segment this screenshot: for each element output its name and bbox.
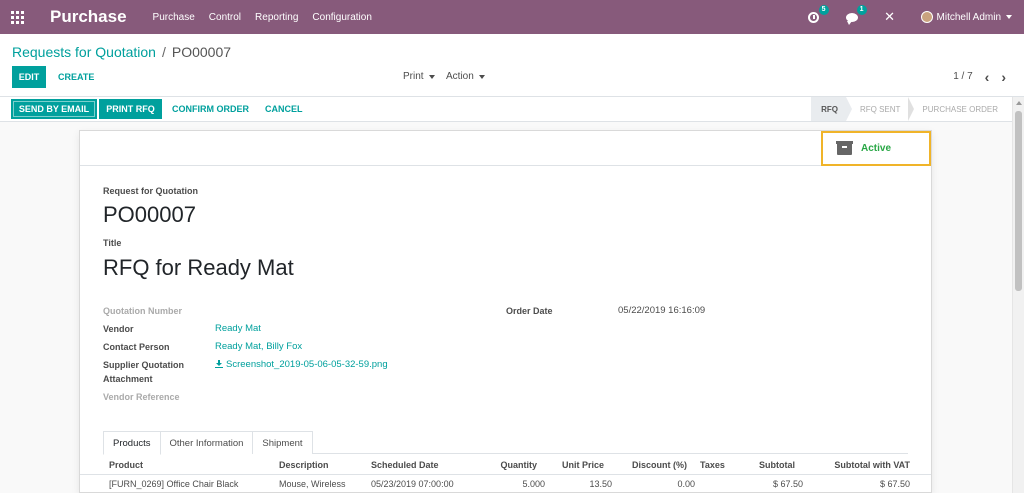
breadcrumb-current: PO00007 [171,44,232,60]
confirm-order-button[interactable]: CONFIRM ORDER [172,104,249,114]
attachment-label-line1: Supplier Quotation [103,360,184,370]
menu-purchase[interactable]: Purchase [153,12,195,23]
vendor-label: Vendor [103,324,134,334]
print-label: Print [403,71,424,82]
cell-scheduled-date: 05/23/2019 07:00:00 [371,479,454,489]
menu-reporting[interactable]: Reporting [255,12,298,23]
apps-menu-icon[interactable] [11,10,24,24]
attachment-label-line2: Attachment [103,374,153,384]
form-sheet: Active Request for Quotation PO00007 Tit… [79,130,932,493]
rfq-title: RFQ for Ready Mat [103,255,294,280]
statusbar: SEND BY EMAIL PRINT RFQ CONFIRM ORDER CA… [0,97,1012,122]
stage-purchase-order[interactable]: PURCHASE ORDER [908,97,1006,121]
chevron-down-icon [1006,15,1012,19]
messaging-button[interactable]: 1 [845,5,867,25]
active-toggle-button[interactable]: Active [821,131,931,166]
activity-count-badge: 5 [818,5,829,15]
active-label: Active [861,143,892,154]
scrollbar[interactable] [1012,97,1024,493]
avatar [920,11,933,23]
create-button[interactable]: CREATE [58,72,94,82]
contact-person-label: Contact Person [103,342,170,352]
stage-pipeline: RFQ RFQ SENT PURCHASE ORDER [811,97,1006,121]
vendor-link[interactable]: Ready Mat [215,323,261,334]
edit-button[interactable]: EDIT [12,66,46,88]
quotation-number-label: Quotation Number [103,306,182,316]
user-name: Mitchell Admin [936,11,1001,23]
action-label: Action [446,71,474,82]
chevron-down-icon [428,74,435,79]
scroll-up-icon[interactable] [1016,101,1022,105]
attachment-label: Supplier Quotation Attachment [103,358,184,386]
cell-subtotal-with-vat: $ 67.50 [879,479,910,489]
archive-icon [836,140,853,155]
col-taxes[interactable]: Taxes [700,460,725,470]
activity-button[interactable]: 5 [807,5,829,24]
print-rfq-button[interactable]: PRINT RFQ [99,99,162,119]
order-date-value: 05/22/2019 16:16:09 [618,305,706,316]
cell-subtotal: $ 67.50 [772,479,803,489]
debug-tools-button[interactable]: ✕ [883,9,897,24]
chevron-left-icon[interactable]: ‹ [985,70,990,84]
tab-shipment[interactable]: Shipment [252,431,313,454]
cell-discount: 0.00 [677,479,695,489]
order-date-label: Order Date [506,306,553,316]
col-product[interactable]: Product [109,460,143,470]
col-quantity[interactable]: Quantity [480,460,537,470]
pager: 1 / 7 ‹ › [953,70,1006,84]
tab-other-information[interactable]: Other Information [159,431,254,454]
chevron-right-icon[interactable]: › [1001,70,1006,84]
download-icon [215,360,223,368]
print-dropdown[interactable]: Print [403,71,435,82]
user-menu[interactable]: Mitchell Admin [920,11,1012,23]
menu-configuration[interactable]: Configuration [312,12,371,23]
breadcrumb-separator: / [161,44,166,60]
col-discount[interactable]: Discount (%) [615,460,687,470]
table-row[interactable]: [FURN_0269] Office Chair Black Mouse, Wi… [80,476,931,493]
col-subtotal-with-vat[interactable]: Subtotal with VAT [810,460,910,470]
button-box: Active [80,131,931,166]
cell-quantity: 5.000 [522,479,545,489]
stage-rfq-sent[interactable]: RFQ SENT [846,97,915,121]
title-label: Title [103,238,122,248]
action-dropdown[interactable]: Action [446,71,485,82]
cell-product: [FURN_0269] Office Chair Black [109,479,239,489]
doc-type-label: Request for Quotation [103,186,198,196]
notebook-tabs: Products Other Information Shipment [103,431,908,455]
send-by-email-button[interactable]: SEND BY EMAIL [11,99,97,119]
chevron-down-icon [478,74,485,79]
attachment-download-link[interactable]: Screenshot_2019-05-06-05-32-59.png [215,359,388,370]
stage-rfq[interactable]: RFQ [811,97,852,121]
cell-description: Mouse, Wireless [279,479,346,489]
control-panel: Requests for Quotation / PO00007 EDIT CR… [0,34,1024,97]
doc-number: PO00007 [103,202,196,227]
top-navbar: Purchase Purchase Control Reporting Conf… [0,0,1024,34]
col-unit-price[interactable]: Unit Price [545,460,604,470]
cancel-button[interactable]: CANCEL [265,104,303,114]
col-description[interactable]: Description [279,460,329,470]
menu-control[interactable]: Control [209,12,241,23]
tools-icon: ✕ [884,9,895,24]
app-brand[interactable]: Purchase [50,7,127,27]
col-scheduled-date[interactable]: Scheduled Date [371,460,439,470]
message-count-badge: 1 [856,5,867,15]
tab-products[interactable]: Products [103,431,161,455]
breadcrumb: Requests for Quotation / PO00007 [12,44,231,60]
order-lines-header: Product Description Scheduled Date Quant… [80,455,931,475]
scroll-thumb[interactable] [1015,111,1022,291]
chat-icon [845,12,858,25]
cell-unit-price: 13.50 [589,479,612,489]
pager-value[interactable]: 1 / 7 [953,71,972,82]
breadcrumb-parent[interactable]: Requests for Quotation [12,44,156,60]
vendor-reference-label: Vendor Reference [103,392,180,402]
clock-icon [808,11,820,23]
col-subtotal[interactable]: Subtotal [730,460,795,470]
attachment-filename: Screenshot_2019-05-06-05-32-59.png [226,359,388,370]
contact-person-link[interactable]: Ready Mat, Billy Fox [215,341,302,352]
